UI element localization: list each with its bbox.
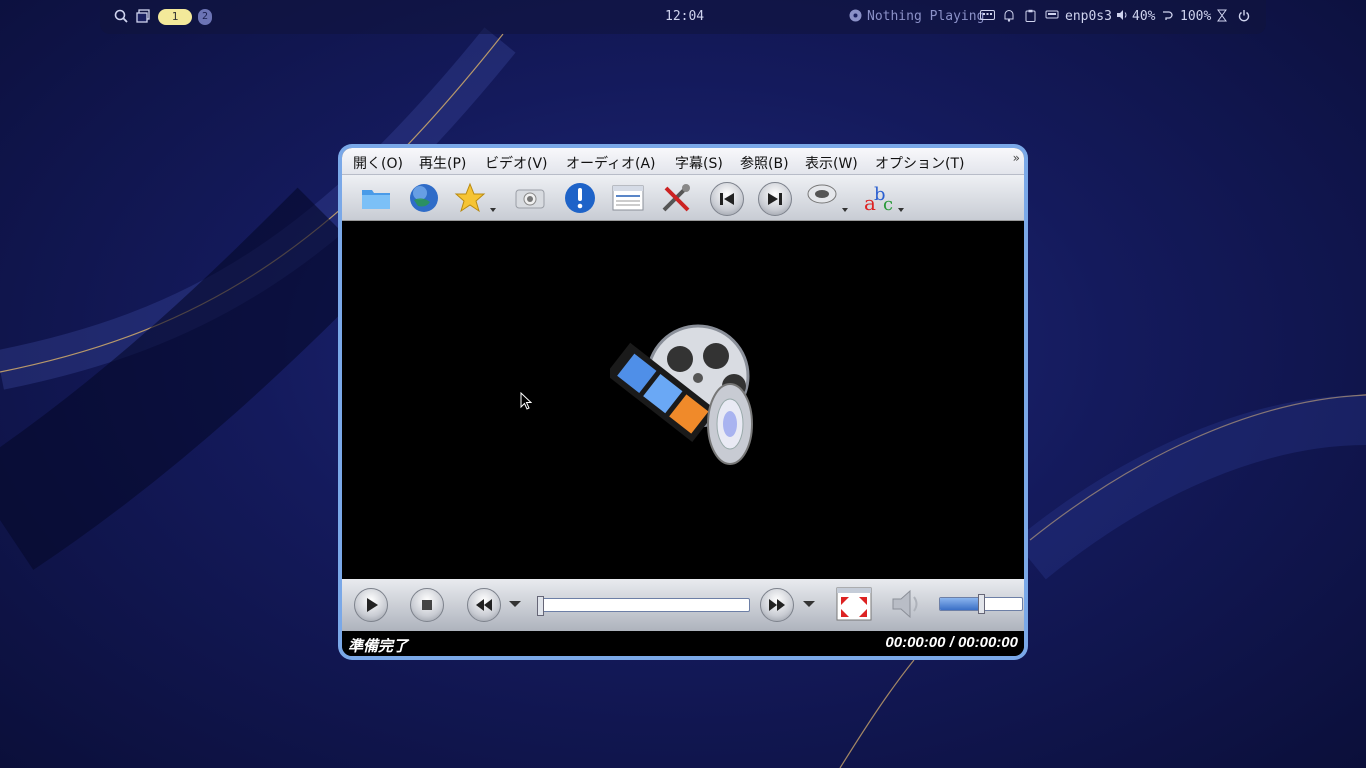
previous-button[interactable] [710,182,744,216]
menu-bar: 開く(O) 再生(P) ビデオ(V) オーディオ(A) 字幕(S) 参照(B) … [342,148,1024,175]
top-panel: 1 2 12:04 Nothing Playing enp0s3 40% 100… [100,0,1266,34]
menu-overflow-button[interactable]: » [1013,151,1020,165]
playlist-icon[interactable] [612,182,644,214]
menu-video[interactable]: ビデオ(V) [485,153,548,173]
power-icon[interactable] [1238,9,1250,25]
speaker-icon[interactable] [890,587,926,621]
play-icon [367,598,378,612]
stop-icon [422,600,432,610]
menu-audio[interactable]: オーディオ(A) [566,153,656,173]
forward-menu-arrow-icon[interactable] [802,600,816,608]
previous-icon [720,193,734,205]
battery-label[interactable]: 100% [1180,9,1211,25]
video-area[interactable] [342,221,1024,579]
mouse-cursor-icon [520,392,532,410]
menu-play[interactable]: 再生(P) [419,153,466,173]
bell-icon[interactable] [1003,9,1015,25]
volume-fill [940,598,981,610]
volume-icon[interactable] [1116,9,1128,25]
open-folder-icon[interactable] [360,182,392,214]
player-window-body: 開く(O) 再生(P) ビデオ(V) オーディオ(A) 字幕(S) 参照(B) … [342,148,1024,656]
svg-text:c: c [883,194,893,214]
window-list-icon[interactable] [136,9,150,25]
seek-bar[interactable] [537,596,750,616]
keyboard-icon[interactable] [980,9,995,25]
volume-label[interactable]: 40% [1132,9,1155,25]
audio-track-icon[interactable] [806,182,850,214]
screenshot-camera-icon[interactable] [514,182,546,214]
rewind-icon [476,599,492,611]
workspace-1-button[interactable]: 1 [158,9,192,25]
forward-button[interactable] [760,588,794,622]
status-bar: 準備完了 00:00:00 / 00:00:00 [342,631,1024,656]
fullscreen-icon[interactable] [836,587,872,621]
search-icon[interactable] [114,9,128,25]
url-globe-icon[interactable] [408,182,440,214]
preferences-tools-icon[interactable] [660,182,692,214]
menu-options[interactable]: オプション(T) [875,153,964,173]
volume-handle[interactable] [978,594,985,614]
seek-handle[interactable] [537,596,544,616]
menu-open[interactable]: 開く(O) [353,153,403,173]
smplayer-logo-icon [610,324,753,465]
media-icon [849,9,862,25]
info-icon[interactable] [564,182,596,214]
favorites-star-icon[interactable] [454,182,498,214]
rewind-menu-arrow-icon[interactable] [508,600,522,608]
rewind-button[interactable] [467,588,501,622]
menu-view[interactable]: 表示(W) [805,153,858,173]
menu-subtitles[interactable]: 字幕(S) [675,153,723,173]
time-display: 00:00:00 / 00:00:00 [885,634,1018,651]
control-bar [342,579,1024,631]
next-button[interactable] [758,182,792,216]
toolbar: a b c [342,175,1024,221]
forward-icon [769,599,785,611]
status-text: 準備完了 [348,637,409,655]
power-plug-icon[interactable] [1162,9,1175,25]
workspace-2-button[interactable]: 2 [198,9,212,25]
stop-button[interactable] [410,588,444,622]
player-window: 開く(O) 再生(P) ビデオ(V) オーディオ(A) 字幕(S) 参照(B) … [338,144,1028,660]
hourglass-icon[interactable] [1217,9,1227,25]
subtitles-icon[interactable]: a b c [862,182,906,214]
next-icon [768,193,782,205]
network-icon[interactable] [1045,9,1059,25]
play-button[interactable] [354,588,388,622]
menu-browse[interactable]: 参照(B) [740,153,789,173]
clipboard-icon[interactable] [1025,9,1036,25]
clock[interactable]: 12:04 [665,9,704,25]
media-status[interactable]: Nothing Playing [867,9,984,25]
network-label[interactable]: enp0s3 [1065,9,1112,25]
